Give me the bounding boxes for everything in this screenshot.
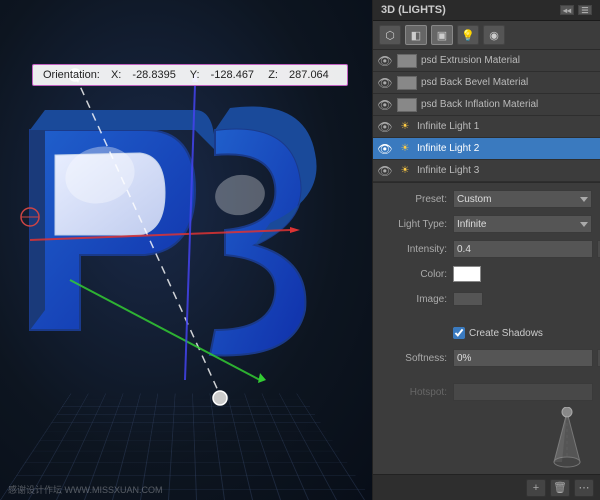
orientation-z-label: Z: xyxy=(268,69,278,81)
orientation-x-value: -28.8395 xyxy=(132,69,175,81)
visibility-eye[interactable]: 👁 xyxy=(377,141,393,157)
layer-back-inflation[interactable]: 👁 psd Back Inflation Material xyxy=(373,94,600,116)
preset-label: Preset: xyxy=(381,194,453,205)
properties-area: Preset: Custom Light Type: Infinite Inte… xyxy=(373,183,600,404)
collapse-button[interactable]: ◂◂ xyxy=(560,5,574,15)
titlebar-buttons: ◂◂ ☰ xyxy=(560,5,592,15)
layer-infinite-light-3[interactable]: 👁 ☀ Infinite Light 3 xyxy=(373,160,600,182)
preset-select[interactable]: Custom xyxy=(453,190,592,208)
visibility-eye[interactable]: 👁 xyxy=(377,97,393,113)
orientation-x-label: X: xyxy=(111,69,121,81)
light-type-select[interactable]: Infinite xyxy=(453,215,592,233)
new-light-button[interactable]: + xyxy=(526,479,546,497)
color-label: Color: xyxy=(381,269,453,280)
hotspot-label: Hotspot: xyxy=(381,387,453,398)
material-icon-btn[interactable]: ▣ xyxy=(431,25,453,45)
visibility-eye[interactable]: 👁 xyxy=(377,75,393,91)
image-placeholder[interactable] xyxy=(453,292,483,306)
light-type-label: Light Type: xyxy=(381,219,453,230)
layer-label-light2: Infinite Light 2 xyxy=(417,143,596,154)
layer-label: psd Back Bevel Material xyxy=(421,77,596,88)
image-value xyxy=(453,292,592,306)
layer-back-bevel[interactable]: 👁 psd Back Bevel Material xyxy=(373,72,600,94)
panel-toolbar: ⬡ ◧ ▣ 💡 ◉ xyxy=(373,21,600,50)
softness-value: ▶ xyxy=(453,349,600,367)
light-icon: ☀ xyxy=(397,142,413,156)
layers-list[interactable]: 👁 psd Extrusion Material 👁 psd Back Beve… xyxy=(373,50,600,183)
layer-thumbnail xyxy=(397,54,417,68)
intensity-input[interactable] xyxy=(453,240,593,258)
orientation-y-value: -128.467 xyxy=(211,69,254,81)
layer-label: psd Extrusion Material xyxy=(421,55,596,66)
panel-title: 3D (LIGHTS) xyxy=(381,4,446,16)
softness-row: Softness: ▶ xyxy=(381,348,592,368)
orientation-y-label: Y: xyxy=(190,69,200,81)
orientation-box: Orientation: X: -28.8395 Y: -128.467 Z: … xyxy=(32,64,348,86)
layer-infinite-light-1[interactable]: 👁 ☀ Infinite Light 1 xyxy=(373,116,600,138)
panel-titlebar: 3D (LIGHTS) ◂◂ ☰ xyxy=(373,0,600,21)
softness-label: Softness: xyxy=(381,353,453,364)
softness-input[interactable] xyxy=(453,349,593,367)
orientation-label: Orientation: xyxy=(43,69,100,81)
visibility-eye[interactable]: 👁 xyxy=(377,119,393,135)
hotspot-value xyxy=(453,383,593,401)
image-label: Image: xyxy=(381,294,453,305)
light-type-value: Infinite xyxy=(453,215,592,233)
3d-lights-panel: 3D (LIGHTS) ◂◂ ☰ ⬡ ◧ ▣ 💡 ◉ 👁 psd Extrusi… xyxy=(372,0,600,500)
panel-menu-button[interactable]: ☰ xyxy=(578,5,592,15)
intensity-label: Intensity: xyxy=(381,244,453,255)
layer-thumbnail xyxy=(397,98,417,112)
layer-label: Infinite Light 3 xyxy=(417,165,596,176)
light-icon: ☀ xyxy=(397,120,413,134)
delete-button[interactable]: 🗑 xyxy=(550,479,570,497)
layer-thumbnail xyxy=(397,76,417,90)
create-shadows-row: Create Shadows xyxy=(381,323,592,343)
color-row: Color: xyxy=(381,264,592,284)
preset-row: Preset: Custom xyxy=(381,189,592,209)
mesh-icon-btn[interactable]: ◧ xyxy=(405,25,427,45)
light-icon-btn[interactable]: 💡 xyxy=(457,25,479,45)
environment-icon-btn[interactable]: ◉ xyxy=(483,25,505,45)
image-row: Image: xyxy=(381,289,592,309)
watermark-text: 感谢设计作坛 WWW.MISSXUAN.COM xyxy=(8,483,163,496)
hotspot-input xyxy=(453,383,593,401)
layer-extrusion[interactable]: 👁 psd Extrusion Material xyxy=(373,50,600,72)
intensity-row: Intensity: ▶ xyxy=(381,239,592,259)
options-button[interactable]: ⋯ xyxy=(574,479,594,497)
create-shadows-label: Create Shadows xyxy=(469,328,543,339)
visibility-eye[interactable]: 👁 xyxy=(377,163,393,179)
visibility-eye[interactable]: 👁 xyxy=(377,53,393,69)
preset-value: Custom xyxy=(453,190,592,208)
scene-icon-btn[interactable]: ⬡ xyxy=(379,25,401,45)
canvas-area: Orientation: X: -28.8395 Y: -128.467 Z: … xyxy=(0,0,372,500)
color-swatch[interactable] xyxy=(453,266,481,282)
layer-infinite-light-2[interactable]: 👁 ☀ Infinite Light 2 xyxy=(373,138,600,160)
create-shadows-value: Create Shadows xyxy=(453,327,592,339)
light-cone-area xyxy=(373,404,600,474)
orientation-z-value: 287.064 xyxy=(289,69,329,81)
panel-bottom-bar: + 🗑 ⋯ xyxy=(373,474,600,500)
hotspot-row: Hotspot: xyxy=(381,382,592,402)
light-cone-svg xyxy=(542,407,592,472)
light-type-row: Light Type: Infinite xyxy=(381,214,592,234)
create-shadows-checkbox[interactable] xyxy=(453,327,465,339)
layer-label: psd Back Inflation Material xyxy=(421,99,596,110)
light-icon: ☀ xyxy=(397,164,413,178)
color-value xyxy=(453,266,592,282)
layer-label: Infinite Light 1 xyxy=(417,121,596,132)
intensity-value: ▶ xyxy=(453,240,600,258)
